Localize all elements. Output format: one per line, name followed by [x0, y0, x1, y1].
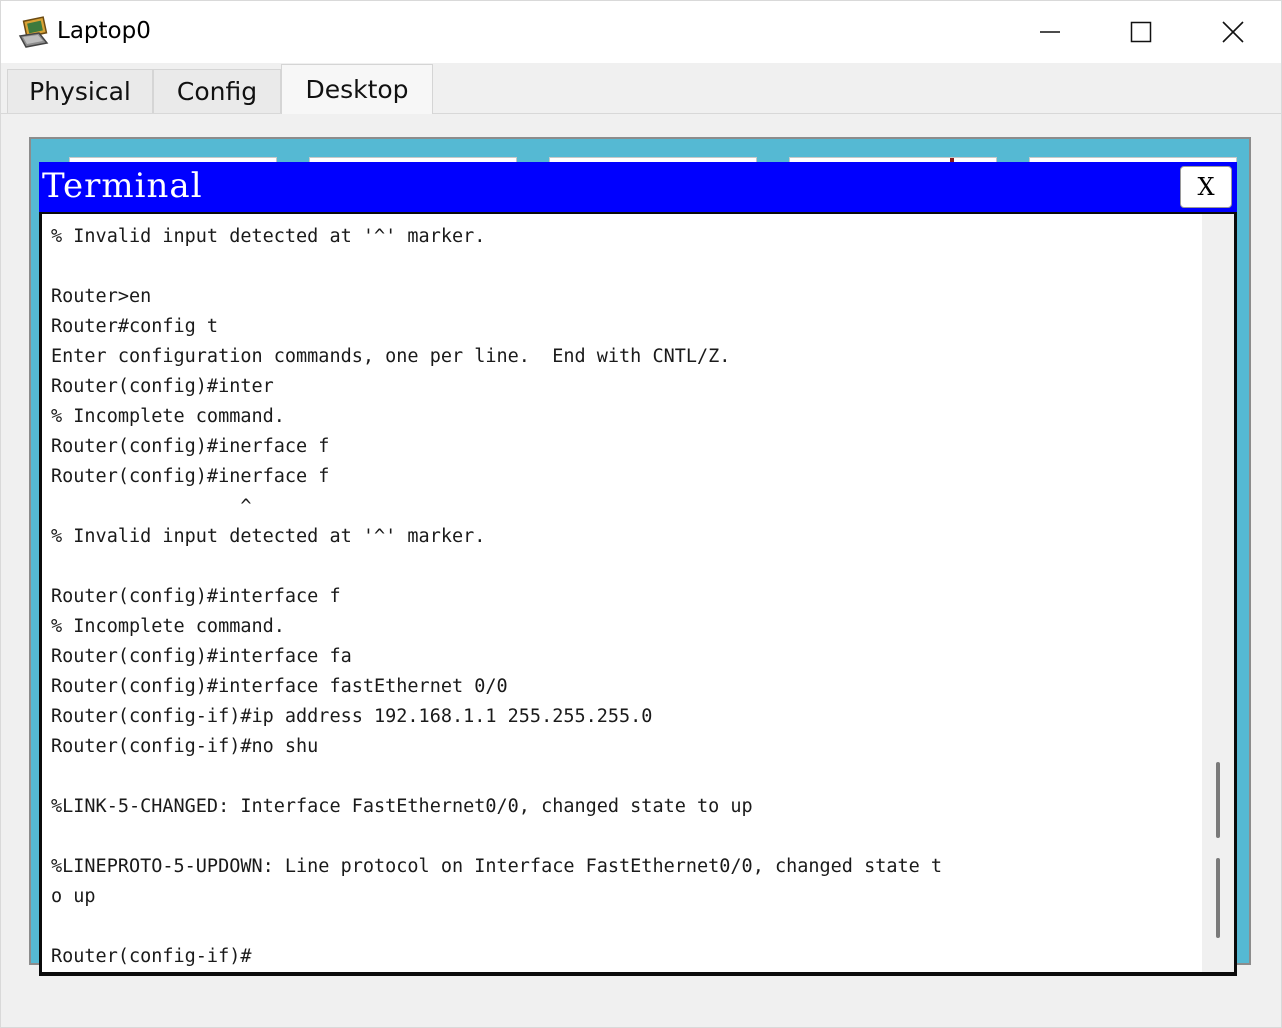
- terminal-line: %LINEPROTO-5-UPDOWN: Line protocol on In…: [51, 856, 943, 877]
- scrollbar-thumb[interactable]: [1216, 762, 1220, 838]
- laptop-window: Laptop0 Physical Config Desktop Terminal…: [0, 0, 1282, 1028]
- maximize-button[interactable]: [1095, 1, 1187, 63]
- tab-config[interactable]: Config: [153, 69, 281, 113]
- close-icon: [1222, 21, 1244, 43]
- terminal-line: ^: [51, 496, 252, 517]
- terminal-line: % Incomplete command.: [51, 616, 285, 637]
- terminal-line: o up: [51, 886, 96, 907]
- terminal-line: %LINK-5-CHANGED: Interface FastEthernet0…: [51, 796, 753, 817]
- window-titlebar[interactable]: Laptop0: [1, 1, 1281, 63]
- close-window-button[interactable]: [1187, 1, 1279, 63]
- window-title: Laptop0: [57, 18, 151, 44]
- terminal-line: Router(config)#inter: [51, 376, 274, 397]
- terminal-output: % Invalid input detected at '^' marker. R…: [51, 222, 1201, 972]
- terminal-line: Router(config-if)#: [51, 946, 252, 967]
- terminal-line: Router(config)#inerface f: [51, 466, 330, 487]
- terminal-line: Router(config)#interface fa: [51, 646, 352, 667]
- terminal-console[interactable]: % Invalid input detected at '^' marker. R…: [42, 214, 1234, 972]
- scrollbar-thumb[interactable]: [1216, 858, 1220, 938]
- terminal-line: % Incomplete command.: [51, 406, 285, 427]
- tab-bar: Physical Config Desktop: [1, 63, 1281, 114]
- terminal-line: Router(config)#inerface f: [51, 436, 330, 457]
- terminal-line: % Invalid input detected at '^' marker.: [51, 226, 486, 247]
- terminal-titlebar[interactable]: Terminal X: [39, 162, 1237, 212]
- terminal-line: % Invalid input detected at '^' marker.: [51, 526, 486, 547]
- terminal-line: Router(config)#interface f: [51, 586, 341, 607]
- terminal-close-button[interactable]: X: [1180, 166, 1232, 208]
- terminal-line: Router(config)#interface fastEthernet 0/…: [51, 676, 508, 697]
- terminal-line: Router(config-if)#ip address 192.168.1.1…: [51, 706, 653, 727]
- terminal-window: Terminal X % Invalid input detected at '…: [39, 162, 1237, 976]
- maximize-icon: [1130, 21, 1152, 43]
- laptop-app-icon: [17, 16, 51, 50]
- minimize-button[interactable]: [1004, 1, 1096, 63]
- tab-physical[interactable]: Physical: [7, 69, 153, 113]
- tab-desktop[interactable]: Desktop: [281, 64, 433, 114]
- terminal-line: Router>en: [51, 286, 152, 307]
- minimize-icon: [1040, 31, 1060, 33]
- terminal-line: Enter configuration commands, one per li…: [51, 346, 731, 367]
- terminal-scrollbar[interactable]: [1202, 214, 1234, 972]
- terminal-title: Terminal: [42, 166, 203, 206]
- terminal-line: Router(config-if)#no shu: [51, 736, 319, 757]
- terminal-line: Router#config t: [51, 316, 219, 337]
